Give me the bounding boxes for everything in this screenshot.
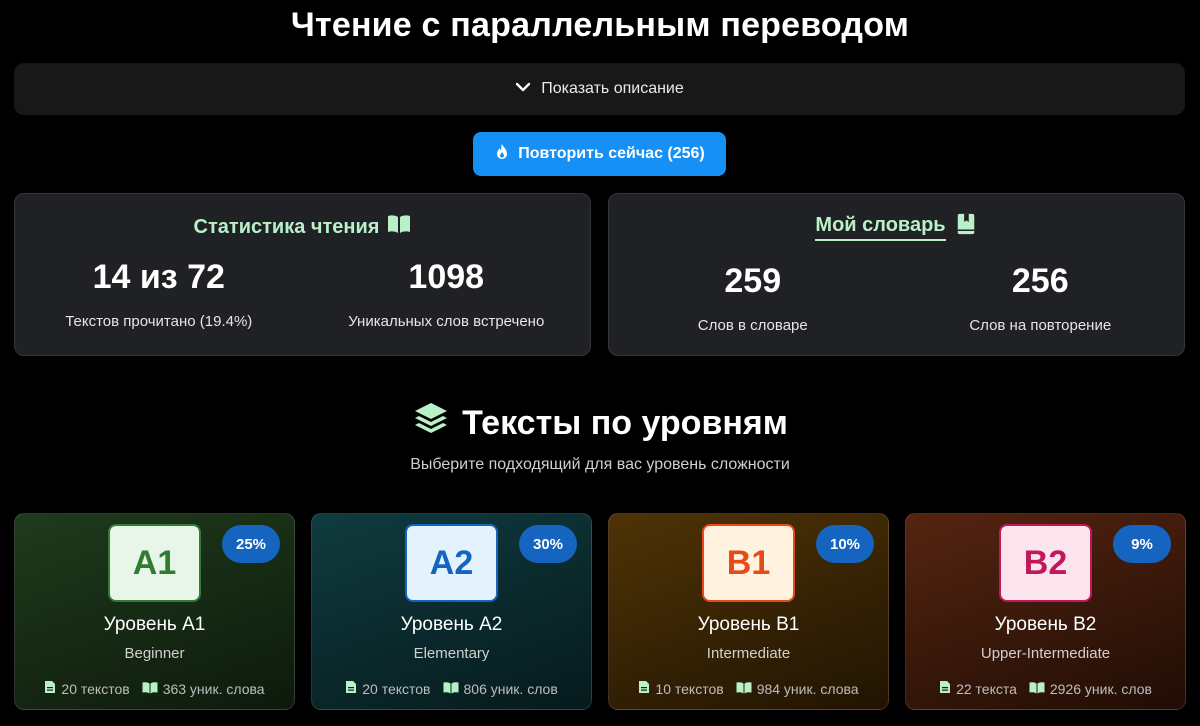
level-percent-badge: 25% <box>222 525 280 563</box>
level-description: Upper-Intermediate <box>980 645 1111 662</box>
level-texts-label: 10 текстов <box>655 680 724 697</box>
level-name: Уровень A2 <box>400 614 503 635</box>
page-title: Чтение с параллельным переводом <box>290 6 910 44</box>
file-icon <box>939 680 951 697</box>
level-card-b2[interactable]: B2 9% Уровень B2 Upper-Intermediate 22 т… <box>905 513 1186 710</box>
level-name: Уровень A1 <box>103 614 206 635</box>
level-name: Уровень B1 <box>697 614 800 635</box>
level-words-count: 984 уник. слова <box>736 681 859 697</box>
reading-stats-card: Статистика чтения 14 из 72 Текстов прочи… <box>14 193 591 356</box>
book-open-icon <box>736 681 752 697</box>
unique-words-stat: 1098 Уникальных слов встречено <box>303 258 591 330</box>
words-in-dictionary-label: Слов в словаре <box>697 317 808 334</box>
file-icon <box>638 680 650 697</box>
level-texts-label: 20 текстов <box>61 680 130 697</box>
levels-title: Тексты по уровням <box>0 400 1200 447</box>
dictionary-title-text[interactable]: Мой словарь <box>815 214 946 241</box>
file-icon <box>44 680 56 697</box>
level-percent-badge: 10% <box>816 525 874 563</box>
level-texts-count: 20 текстов <box>44 680 130 697</box>
unique-words-value: 1098 <box>408 258 485 296</box>
book-bookmark-icon <box>954 213 978 241</box>
texts-read-label: Текстов прочитано (19.4%) <box>65 313 253 330</box>
level-percent-badge: 30% <box>519 525 577 563</box>
level-texts-count: 22 текста <box>939 680 1017 697</box>
words-in-dictionary-value: 259 <box>724 262 782 300</box>
reading-stats-title: Статистика чтения <box>15 213 590 241</box>
level-card-b1[interactable]: B1 10% Уровень B1 Intermediate 10 тексто… <box>608 513 889 710</box>
level-meta: 20 текстов 806 уник. слов <box>312 680 591 697</box>
dictionary-title-link[interactable]: Мой словарь <box>609 213 1184 241</box>
level-meta: 22 текста 2926 уник. слов <box>906 680 1185 697</box>
book-open-icon <box>1029 681 1045 697</box>
fire-icon <box>494 143 510 166</box>
level-texts-label: 20 текстов <box>362 680 431 697</box>
level-description: Beginner <box>124 645 185 662</box>
level-name: Уровень B2 <box>994 614 1097 635</box>
level-words-count: 363 уник. слова <box>142 681 265 697</box>
level-meta: 20 текстов 363 уник. слова <box>15 680 294 697</box>
words-to-review-label: Слов на повторение <box>969 317 1112 334</box>
texts-read-value: 14 из 72 <box>92 258 225 296</box>
level-words-label: 984 уник. слова <box>756 680 859 697</box>
show-description-toggle[interactable]: Показать описание <box>14 63 1185 115</box>
show-description-label: Показать описание <box>541 80 684 97</box>
level-code-badge: A2 <box>405 524 498 602</box>
words-to-review-value: 256 <box>1011 262 1069 300</box>
chevron-down-icon <box>515 79 531 100</box>
reading-stats-title-text: Статистика чтения <box>193 215 380 238</box>
words-to-review-stat: 256 Слов на повторение <box>897 262 1185 334</box>
levels-subtitle: Выберите подходящий для вас уровень слож… <box>410 456 790 473</box>
unique-words-label: Уникальных слов встречено <box>348 313 545 330</box>
level-description: Intermediate <box>706 645 791 662</box>
book-open-icon <box>142 681 158 697</box>
level-meta: 10 текстов 984 уник. слова <box>609 680 888 697</box>
level-code-badge: A1 <box>108 524 201 602</box>
repeat-now-button[interactable]: Повторить сейчас (256) <box>473 132 726 176</box>
book-open-icon <box>443 681 459 697</box>
book-open-icon <box>387 213 411 241</box>
dictionary-card: Мой словарь 259 Слов в словаре 256 Слов … <box>608 193 1185 356</box>
words-in-dictionary-stat: 259 Слов в словаре <box>609 262 897 334</box>
layers-icon <box>412 400 450 447</box>
level-description: Elementary <box>413 645 490 662</box>
level-card-a2[interactable]: A2 30% Уровень A2 Elementary 20 текстов … <box>311 513 592 710</box>
level-words-count: 2926 уник. слов <box>1029 681 1152 697</box>
level-texts-count: 20 текстов <box>345 680 431 697</box>
level-code-badge: B2 <box>999 524 1092 602</box>
level-texts-count: 10 текстов <box>638 680 724 697</box>
texts-read-stat: 14 из 72 Текстов прочитано (19.4%) <box>15 258 303 330</box>
level-percent-badge: 9% <box>1113 525 1171 563</box>
repeat-now-label: Повторить сейчас (256) <box>518 145 705 162</box>
file-icon <box>345 680 357 697</box>
level-words-label: 363 уник. слова <box>162 680 265 697</box>
level-words-label: 2926 уник. слов <box>1049 680 1152 697</box>
level-code-badge: B1 <box>702 524 795 602</box>
levels-title-text: Тексты по уровням <box>462 404 788 442</box>
level-card-a1[interactable]: A1 25% Уровень A1 Beginner 20 текстов 36… <box>14 513 295 710</box>
level-words-count: 806 уник. слов <box>443 681 558 697</box>
level-texts-label: 22 текста <box>956 680 1017 697</box>
level-words-label: 806 уник. слов <box>463 680 558 697</box>
